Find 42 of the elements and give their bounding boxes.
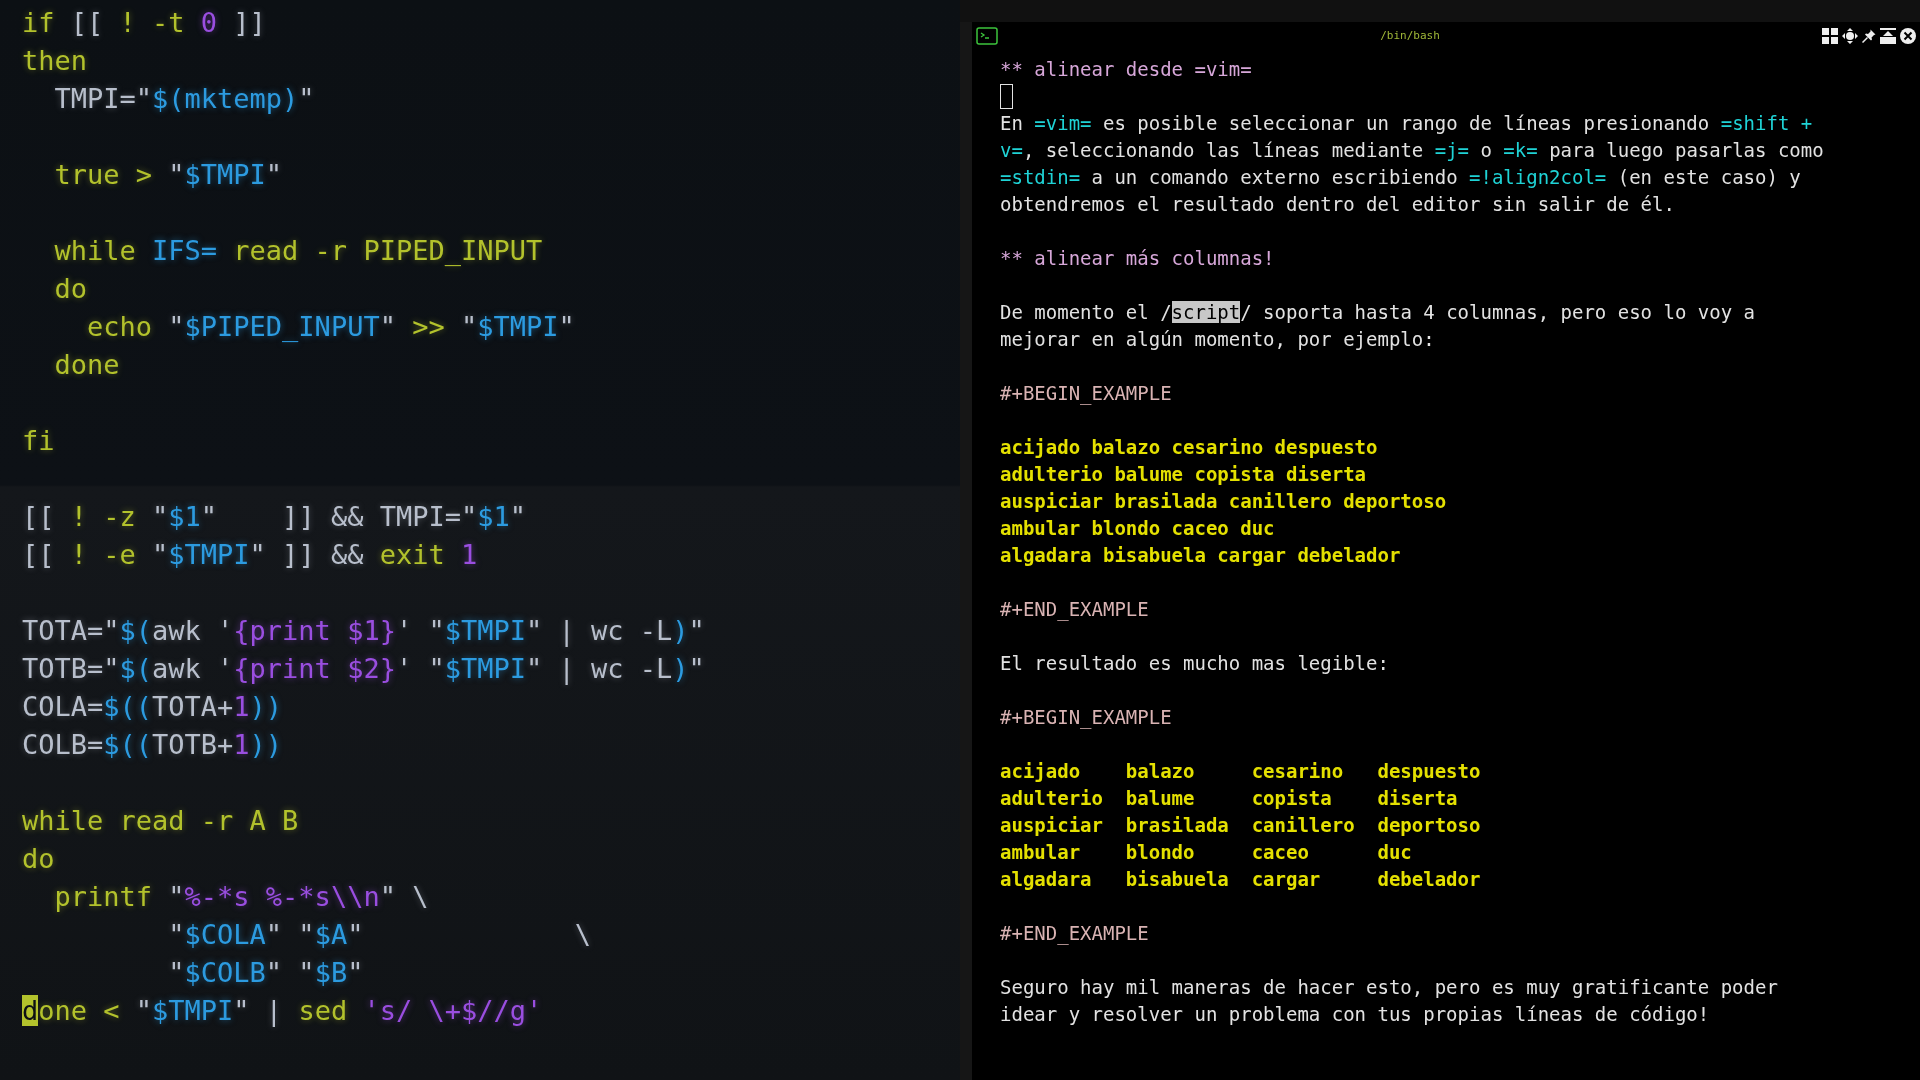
heading-text: ** alinear desde =vim= (1000, 57, 1253, 82)
block-marker: #+BEGIN_EXAMPLE (1000, 705, 1173, 731)
example-line: auspiciar brasilada canillero deportoso (1000, 813, 1482, 838)
heading-text: ** alinear más columnas! (1000, 246, 1276, 271)
example-line: algadara bisabuela cargar debelador (1000, 867, 1482, 892)
example-line: ambular blondo caceo duc (1000, 516, 1276, 541)
example-line: auspiciar brasilada canillero deportoso (1000, 489, 1448, 514)
code-line: [[ ! -e "$TMPI" ]] && exit 1 (22, 538, 479, 572)
paragraph-text: De momento el /script/ soporta hasta 4 columnas, pero eso lo voy a mejorar en algún momento, por ejemplo: (1000, 300, 1756, 352)
example-line: adulterio balume copista diserta (1000, 462, 1368, 487)
code-line: while IFS= read -r PIPED_INPUT (53, 234, 544, 268)
code-line: COLA=$((TOTA+1)) (22, 690, 284, 724)
code-line: do (53, 272, 89, 306)
example-line: ambular blondo caceo duc (1000, 840, 1413, 865)
code-line: "$COLB" "$B" (167, 956, 365, 990)
paragraph-text: El resultado es mucho mas legible: (1000, 651, 1390, 676)
code-line: TOTA="$(awk '{print $1}' "$TMPI" | wc -L)" (22, 614, 706, 649)
code-line: TMPI="$(mktemp)" (53, 82, 316, 116)
code-line: "$COLA" "$A" \ (167, 918, 592, 952)
paragraph-text: Seguro hay mil maneras de hacer esto, pero es muy gratificante poder idear y resolver un problema con tus propias líneas de código! (1000, 975, 1779, 1027)
example-line: acijado balazo cesarino despuesto (1000, 759, 1482, 784)
example-line: adulterio balume copista diserta (1000, 786, 1459, 811)
code-line: fi (22, 424, 56, 458)
code-line: while read -r A B (22, 804, 300, 838)
block-marker: #+END_EXAMPLE (1000, 921, 1150, 947)
code-line: TOTB="$(awk '{print $2}' "$TMPI" | wc -L)" (22, 652, 706, 687)
code-line: echo "$PIPED_INPUT" >> "$TMPI" (86, 310, 576, 344)
window-title: /bin/bash (1379, 27, 1441, 44)
code-line: done < "$TMPI" | sed 's/ \+$//g' (22, 994, 544, 1029)
code-line: then (22, 44, 89, 78)
code-line: true > "$TMPI" (53, 158, 284, 192)
code-line: if [[ ! -t 0 ]] (22, 6, 267, 40)
example-line: algadara bisabuela cargar debelador (1000, 543, 1402, 568)
block-marker: #+END_EXAMPLE (1000, 597, 1150, 623)
code-line: do (22, 842, 56, 876)
code-line: printf "%-*s %-*s\\n" \ (53, 880, 430, 914)
code-line: done (53, 348, 121, 382)
block-marker: #+BEGIN_EXAMPLE (1000, 381, 1173, 407)
example-line: acijado balazo cesarino despuesto (1000, 435, 1379, 460)
code-line: COLB=$((TOTB+1)) (22, 728, 284, 762)
paragraph-text: En =vim= es posible seleccionar un rango de líneas presionando =shift + v=, seleccionando las líneas mediante =j= o =k= para luego pasarlas como =stdin= a un comando externo escribiendo =!align2col= (en este caso) y obtendremos el resultado dentro del editor sin salir de él. (1000, 111, 1825, 217)
code-line: [[ ! -z "$1" ]] && TMPI="$1" (22, 500, 527, 534)
